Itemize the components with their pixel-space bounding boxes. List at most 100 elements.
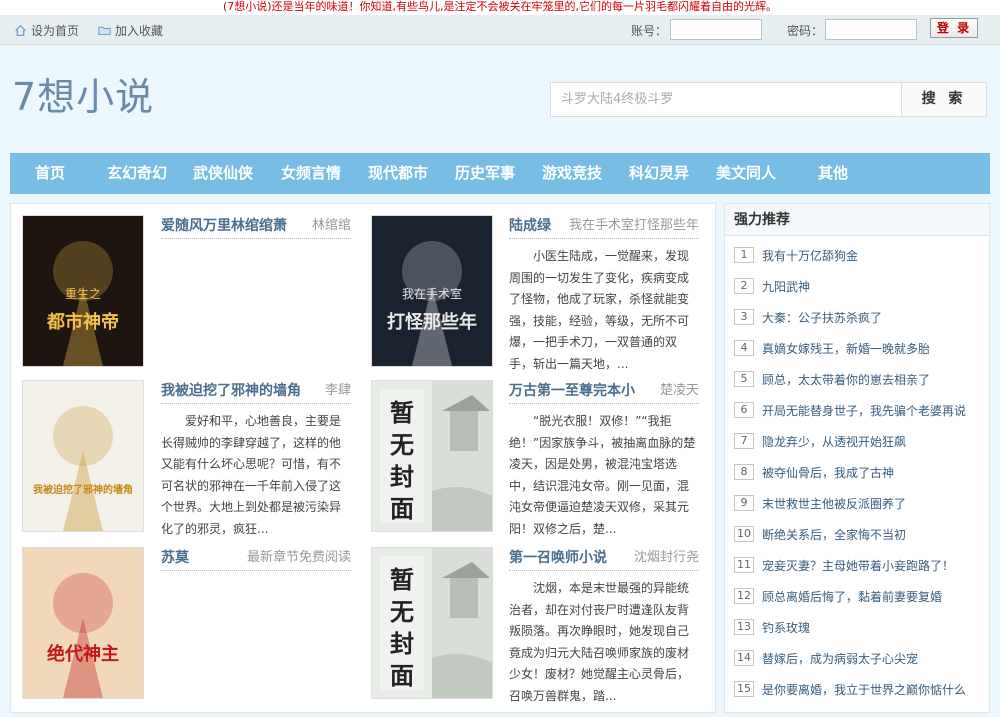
no-cover-image: 暂无封面 <box>372 548 492 698</box>
cover-image: 绝代神主 <box>23 548 143 698</box>
recommend-title-link[interactable]: 替嫁后，成为病弱太子心尖宠 <box>762 650 918 667</box>
account-input[interactable] <box>670 19 762 40</box>
book-author[interactable]: 李肆 <box>325 380 351 402</box>
cover-image: 重生之都市神帝 <box>23 216 143 366</box>
book-title-link[interactable]: 陆成绿 <box>509 218 551 234</box>
login-button[interactable]: 登 录 <box>930 18 978 38</box>
recommend-item[interactable]: 7 隐龙弃少，从透视开始狂飙 <box>734 431 906 451</box>
book-author[interactable]: 我在手术室打怪那些年 <box>569 215 699 237</box>
rank-number: 7 <box>734 433 754 449</box>
book-cover[interactable]: 暂无封面 <box>371 547 493 699</box>
nav-item-1[interactable]: 玄幻奇幻 <box>94 153 180 194</box>
recommend-title-link[interactable]: 九阳武神 <box>762 278 810 295</box>
recommend-title-link[interactable]: 大秦：公子扶苏杀疯了 <box>762 309 882 326</box>
recommend-title-link[interactable]: 顾总，太太带着你的崽去相亲了 <box>762 371 930 388</box>
book-author[interactable]: 最新章节免费阅读 <box>247 547 351 569</box>
book-description: 沈烟，本是末世最强的异能统治者，却在对付丧尸时遭逢队友背叛陨落。再次睁眼时，她发… <box>509 581 690 703</box>
recommend-item[interactable]: 2 九阳武神 <box>734 276 810 296</box>
book-author[interactable]: 沈烟封行尧 <box>634 547 699 569</box>
recommend-item[interactable]: 4 真嫡女嫁残王，新婚一晚就多胎 <box>734 338 930 358</box>
recommend-title-link[interactable]: 隐龙弃少，从透视开始狂飙 <box>762 433 906 450</box>
svg-text:封: 封 <box>390 463 414 491</box>
rank-number: 14 <box>734 650 754 666</box>
svg-text:都市神帝: 都市神帝 <box>46 311 119 333</box>
password-label: 密码： <box>787 24 824 38</box>
set-home-link[interactable]: 设为首页 <box>14 22 79 39</box>
rank-number: 1 <box>734 247 754 263</box>
recommend-item[interactable]: 5 顾总，太太带着你的崽去相亲了 <box>734 369 930 389</box>
rank-number: 13 <box>734 619 754 635</box>
rank-number: 5 <box>734 371 754 387</box>
recommend-title-link[interactable]: 是你要离婚，我立于世界之巅你惦什么 <box>762 681 966 698</box>
book-description: 小医生陆成，一觉醒来，发现周围的一切发生了变化，疾病变成了怪物，他成了玩家，杀怪… <box>509 249 690 371</box>
recommend-title-link[interactable]: 我有十万亿舔狗金 <box>762 247 858 264</box>
book-cover[interactable]: 暂无封面 <box>371 380 493 532</box>
book-title-row: 爱随风万里林绾绾萧 林绾绾 <box>161 215 351 239</box>
book-description: 爱好和平，心地善良，主要是长得贼帅的李肆穿越了，这样的他又能有什么坏心思呢？可惜… <box>161 414 342 536</box>
recommend-title-link[interactable]: 真嫡女嫁残王，新婚一晚就多胎 <box>762 340 930 357</box>
top-bar: 设为首页 加入收藏 账号： 密码： 登 录 <box>0 15 1000 45</box>
main-nav: 首页 玄幻奇幻 武侠仙侠 女频言情 现代都市 历史军事 游戏竞技 科幻灵异 美文同人 其他 <box>10 153 990 194</box>
nav-item-0[interactable]: 首页 <box>10 153 90 194</box>
recommend-item[interactable]: 13 钓系玫瑰 <box>734 617 810 637</box>
rank-number: 9 <box>734 495 754 511</box>
book-title-link[interactable]: 我被迫挖了邪神的墙角 <box>161 383 301 399</box>
book-title-link[interactable]: 苏莫 <box>161 550 189 566</box>
book-author[interactable]: 楚凌天 <box>660 380 699 402</box>
nav-item-4[interactable]: 现代都市 <box>354 153 442 194</box>
book-cover[interactable]: 我被迫挖了邪神的墙角 <box>22 380 144 532</box>
password-input[interactable] <box>825 19 917 40</box>
book-title-link[interactable]: 万古第一至尊完本小 <box>509 383 635 399</box>
no-cover-image: 暂无封面 <box>372 381 492 531</box>
recommend-item[interactable]: 9 末世救世主他被反派圈养了 <box>734 493 906 513</box>
nav-item-7[interactable]: 科幻灵异 <box>616 153 702 194</box>
rank-number: 8 <box>734 464 754 480</box>
svg-text:面: 面 <box>390 662 414 690</box>
nav-item-5[interactable]: 历史军事 <box>442 153 528 194</box>
svg-text:绝代神主: 绝代神主 <box>47 643 119 665</box>
add-favorite-link[interactable]: 加入收藏 <box>98 22 163 39</box>
rank-number: 11 <box>734 557 754 573</box>
nav-item-9[interactable]: 其他 <box>790 153 876 194</box>
recommend-item[interactable]: 10 断绝关系后，全家悔不当初 <box>734 524 906 544</box>
book-title-row: 第一召唤师小说 沈烟封行尧 <box>509 547 699 571</box>
home-icon <box>15 24 26 36</box>
book-author[interactable]: 林绾绾 <box>312 215 351 237</box>
recommend-title-link[interactable]: 钓系玫瑰 <box>762 619 810 636</box>
book-title-row: 万古第一至尊完本小 楚凌天 <box>509 380 699 404</box>
recommend-item[interactable]: 15 是你要离婚，我立于世界之巅你惦什么 <box>734 679 966 699</box>
book-description: “脱光衣服！双修！”“我拒绝！”因家族争斗，被抽离血脉的楚凌天，因是处男，被混沌… <box>509 414 696 536</box>
nav-item-8[interactable]: 美文同人 <box>702 153 790 194</box>
recommend-title-link[interactable]: 末世救世主他被反派圈养了 <box>762 495 906 512</box>
recommend-title-link[interactable]: 断绝关系后，全家悔不当初 <box>762 526 906 543</box>
recommend-item[interactable]: 8 被夺仙骨后，我成了古神 <box>734 462 894 482</box>
recommend-item[interactable]: 6 开局无能替身世子，我先骗个老婆再说 <box>734 400 966 420</box>
nav-item-6[interactable]: 游戏竞技 <box>529 153 615 194</box>
recommend-title-link[interactable]: 被夺仙骨后，我成了古神 <box>762 464 894 481</box>
recommend-item[interactable]: 14 替嫁后，成为病弱太子心尖宠 <box>734 648 918 668</box>
recommend-item[interactable]: 1 我有十万亿舔狗金 <box>734 245 858 265</box>
recommend-item[interactable]: 3 大秦：公子扶苏杀疯了 <box>734 307 882 327</box>
search-button[interactable]: 搜 索 <box>901 82 987 117</box>
rank-number: 12 <box>734 588 754 604</box>
book-title-link[interactable]: 第一召唤师小说 <box>509 550 607 566</box>
recommend-item[interactable]: 11 宠妾灭妻？主母她带着小妾跑路了！ <box>734 555 954 575</box>
book-cover[interactable]: 绝代神主 <box>22 547 144 699</box>
book-title-link[interactable]: 爱随风万里林绾绾萧 <box>161 218 287 234</box>
rank-number: 2 <box>734 278 754 294</box>
book-title-row: 我被迫挖了邪神的墙角 李肆 <box>161 380 351 404</box>
svg-text:我在手术室: 我在手术室 <box>402 286 462 301</box>
recommend-item[interactable]: 12 顾总离婚后悔了，黏着前妻要复婚 <box>734 586 942 606</box>
book-cover[interactable]: 我在手术室 打怪那些年 <box>371 215 493 367</box>
recommend-title-link[interactable]: 开局无能替身世子，我先骗个老婆再说 <box>762 402 966 419</box>
nav-item-2[interactable]: 武侠仙侠 <box>180 153 266 194</box>
nav-item-3[interactable]: 女频言情 <box>268 153 354 194</box>
svg-text:无: 无 <box>390 598 414 626</box>
book-cover[interactable]: 重生之 都市神帝 <box>22 215 144 367</box>
recommend-title-link[interactable]: 顾总离婚后悔了，黏着前妻要复婚 <box>762 588 942 605</box>
rank-number: 6 <box>734 402 754 418</box>
search-input[interactable]: 斗罗大陆4终极斗罗 <box>550 82 902 117</box>
cover-image: 我被迫挖了邪神的墙角 <box>23 381 143 531</box>
recommend-title-link[interactable]: 宠妾灭妻？主母她带着小妾跑路了！ <box>762 557 954 574</box>
site-logo[interactable]: 7想小说 <box>12 66 154 121</box>
